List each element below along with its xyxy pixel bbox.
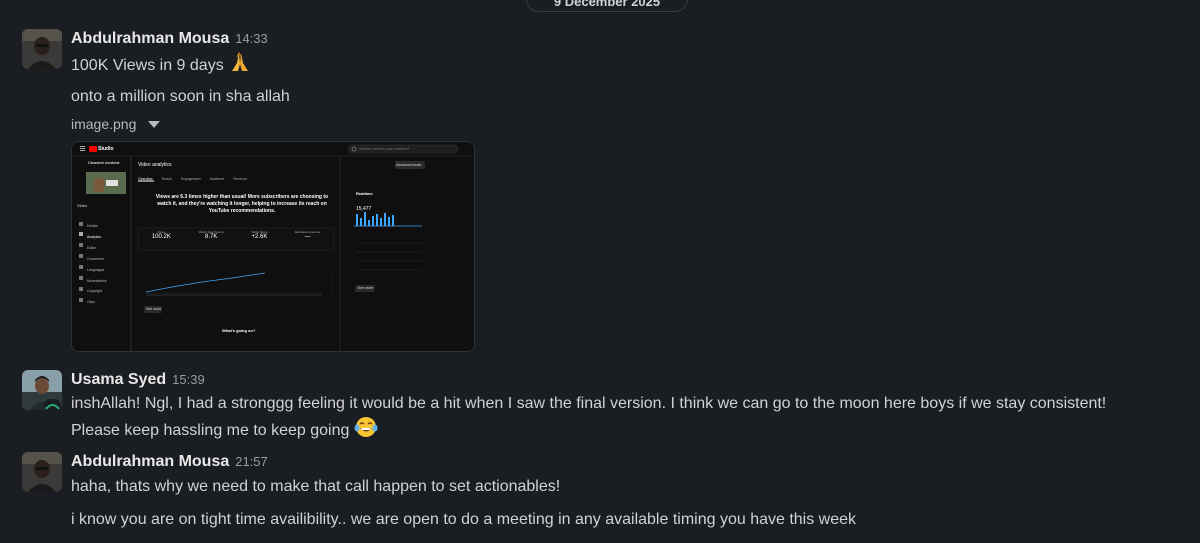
nav-item: Editor xyxy=(87,245,97,250)
metric-value: — xyxy=(304,234,311,240)
author-name[interactable]: Usama Syed xyxy=(71,371,166,389)
whats-going-on-heading: What's going on? xyxy=(222,328,256,333)
avatar[interactable] xyxy=(22,29,62,69)
studio-tab: Audience xyxy=(209,177,225,181)
nav-item: Analytics xyxy=(87,234,102,239)
studio-tab: Engagement xyxy=(180,177,201,181)
author-name[interactable]: Abdulrahman Mousa xyxy=(71,30,229,48)
studio-headline: Views are 6.3 times higher than usual! M… xyxy=(155,194,329,214)
metric-value: +2.6K xyxy=(251,234,268,240)
nav-item: Clips xyxy=(87,300,95,305)
studio-logo: Studio xyxy=(98,146,114,152)
message-line: haha, thats why we need to make that cal… xyxy=(71,478,561,495)
studio-tabs: Overview Reach Engagement Audience Reven… xyxy=(138,177,247,181)
nav-item: Comments xyxy=(87,256,104,261)
message-time[interactable]: 15:39 xyxy=(172,372,205,387)
studio-search: Search across your channel xyxy=(359,146,409,151)
studio-metrics: Views 100.2K Watch time (hours) 8.7K Subsc… xyxy=(138,230,334,240)
face-with-tears-of-joy-emoji xyxy=(354,416,378,446)
message-text: Please keep hassling me to keep going xyxy=(71,416,378,446)
metric-value: 8.7K xyxy=(205,234,218,240)
realtime-value: 15,477 xyxy=(356,206,372,212)
message-time[interactable]: 21:57 xyxy=(235,454,268,469)
studio-tab: Revenue xyxy=(233,177,248,181)
message-text: 100K Views in 9 days xyxy=(71,51,252,81)
message-line: i know you are on tight time availibilit… xyxy=(71,511,857,528)
image-attachment[interactable]: Studio Search across your channel Channe… xyxy=(71,141,475,352)
nav-item: Details xyxy=(87,224,98,228)
attachment-filename[interactable]: image.png xyxy=(71,116,136,132)
message-line: 100K Views in 9 days xyxy=(71,57,224,75)
nav-item: Languages xyxy=(87,267,105,272)
message-time[interactable]: 14:33 xyxy=(235,31,268,46)
studio-page-title: Video analytics xyxy=(138,162,172,168)
message-line: inshAllah! Ngl, I had a stronggg feeling… xyxy=(71,395,1107,412)
folded-hands-emoji xyxy=(228,51,252,81)
studio-nav: Details Analytics Editor Comments Langua… xyxy=(87,221,107,308)
channel-content-label: Channel content xyxy=(88,160,120,165)
studio-tab: Overview xyxy=(138,177,153,181)
realtime-title: Realtime xyxy=(356,191,373,196)
avatar[interactable] xyxy=(22,452,62,492)
advanced-mode-button: Advanced mode xyxy=(396,163,422,167)
author-name[interactable]: Abdulrahman Mousa xyxy=(71,453,229,471)
message-line: Please keep hassling me to keep going xyxy=(71,422,350,440)
realtime-see-more: See more xyxy=(358,286,374,290)
nav-item: Copyright xyxy=(87,289,102,294)
metric-value: 100.2K xyxy=(151,234,171,240)
chevron-down-icon[interactable] xyxy=(148,120,161,128)
message-line: onto a million soon in sha allah xyxy=(71,88,290,105)
studio-tab: Reach xyxy=(161,177,172,181)
status-indicator xyxy=(44,399,61,411)
nav-item: Monetization xyxy=(87,278,107,283)
video-label: Video xyxy=(77,203,88,208)
attachment-header[interactable]: image.png xyxy=(71,116,161,132)
see-more-button: See more xyxy=(146,307,162,311)
date-divider[interactable]: 9 December 2025 xyxy=(526,0,688,12)
